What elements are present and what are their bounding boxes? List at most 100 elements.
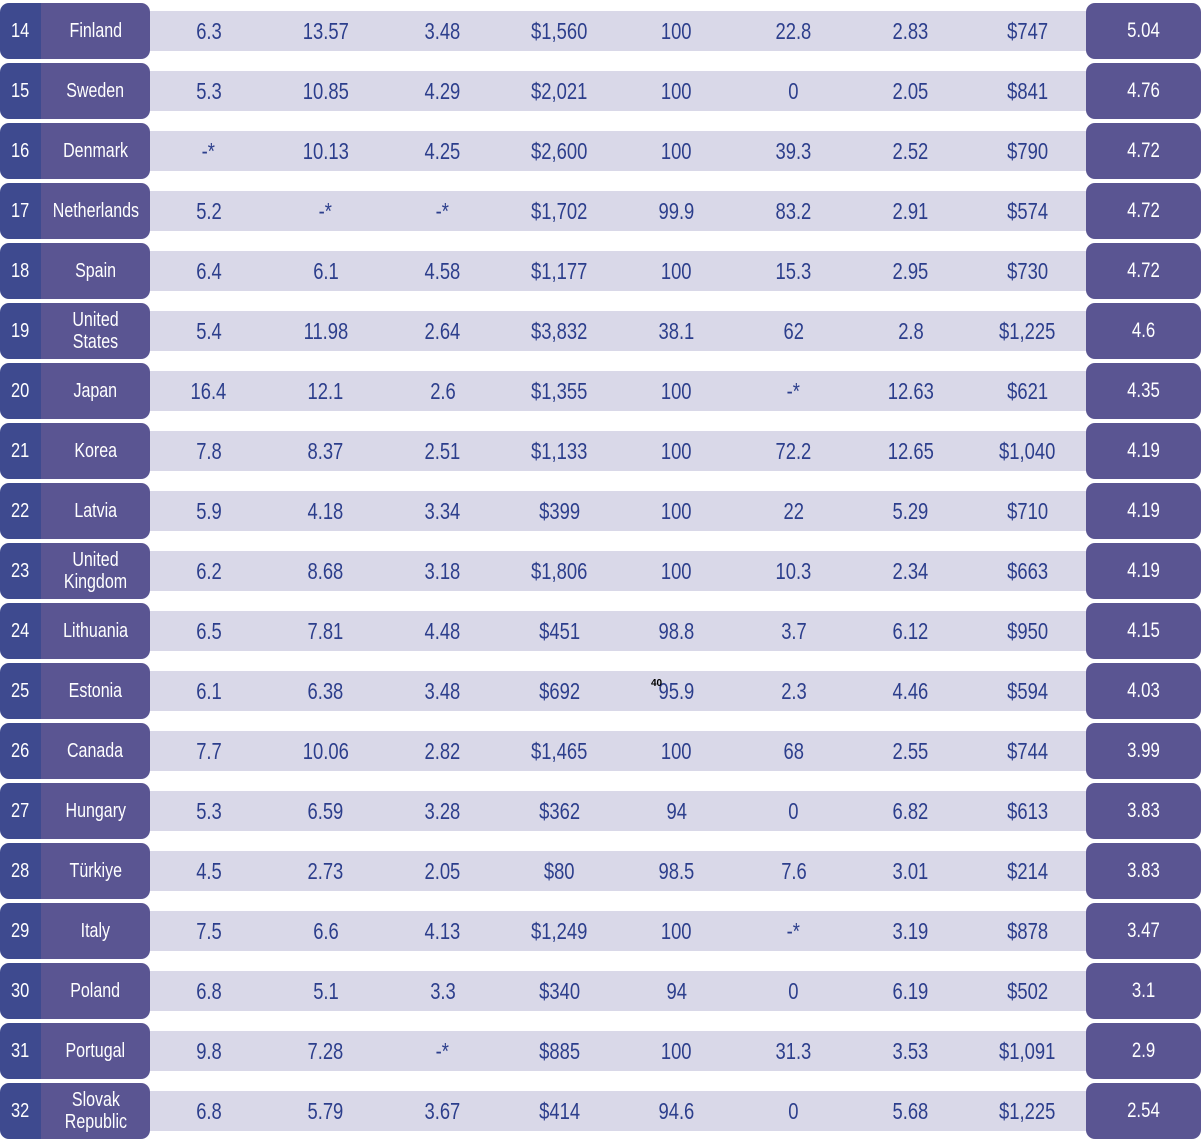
table-row: 23 United Kingdom 6.2 8.68 3.18 $1,806 100 10.3… [0, 543, 1201, 599]
value-cells: 9.8 7.28 -* $885 100 31.3 3.53 $1,091 [150, 1031, 1086, 1071]
score-value: 4.72 [1127, 259, 1160, 282]
value-cell: 2.82 [384, 731, 501, 771]
cell-value: 13.57 [302, 17, 349, 44]
value-cell: -* [735, 371, 852, 411]
value-cell: 3.01 [852, 851, 969, 891]
value-cell: 8.37 [267, 431, 384, 471]
value-cells: 7.7 10.06 2.82 $1,465 100 68 2.55 $744 [150, 731, 1086, 771]
value-cell: 4.46 [852, 671, 969, 711]
cell-value: 7.5 [195, 917, 222, 944]
cell-value: 5.68 [892, 1097, 929, 1124]
rank-cell: 23 [0, 543, 41, 599]
value-cell: 6.1 [267, 251, 384, 291]
cell-value: 2.64 [424, 317, 461, 344]
country-label: 25 Estonia [0, 663, 150, 719]
table-row: 29 Italy 7.5 6.6 4.13 $1,249 100 -* 3.19 $878 3.47 [0, 903, 1201, 959]
value-cell: 6.5 [150, 611, 267, 651]
cell-value: $710 [1007, 497, 1048, 524]
value-cell: 13.57 [267, 11, 384, 51]
country-name: United States [72, 309, 119, 353]
value-cell: $574 [969, 191, 1086, 231]
country-cell: Italy [41, 903, 150, 959]
cell-value: $451 [539, 617, 580, 644]
cell-value: $1,225 [999, 317, 1056, 344]
score-value: 4.03 [1127, 679, 1160, 702]
score-value: 5.04 [1127, 19, 1160, 42]
value-cell: 6.6 [267, 911, 384, 951]
value-cell: $1,040 [969, 431, 1086, 471]
country-name: Italy [80, 920, 111, 942]
cell-value: 2.95 [892, 257, 929, 284]
cell-value: 39.3 [775, 137, 812, 164]
value-cell: $692 [501, 671, 618, 711]
cell-value: 100 [661, 17, 692, 44]
cell-value: $340 [539, 977, 580, 1004]
country-cell: Estonia [41, 663, 150, 719]
country-cell: Finland [41, 3, 150, 59]
value-cell: $214 [969, 851, 1086, 891]
score-value: 4.6 [1131, 319, 1156, 342]
country-name: Canada [67, 740, 124, 762]
cell-value: $594 [1007, 677, 1048, 704]
value-cell: 4.13 [384, 911, 501, 951]
country-name: Japan [73, 380, 118, 402]
ranking-table: 14 Finland 6.3 13.57 3.48 $1,560 100 22.8 2.83 $7… [0, 3, 1201, 1143]
cell-value: $747 [1007, 17, 1048, 44]
value-cell: $340 [501, 971, 618, 1011]
value-cells: 16.4 12.1 2.6 $1,355 100 -* 12.63 $621 [150, 371, 1086, 411]
country-cell: Korea [41, 423, 150, 479]
value-cells: 5.4 11.98 2.64 $3,832 38.1 62 2.8 $1,225 [150, 311, 1086, 351]
country-cell: Sweden [41, 63, 150, 119]
rank-cell: 29 [0, 903, 41, 959]
cell-value: 5.1 [312, 977, 339, 1004]
value-cell: 100 [618, 371, 735, 411]
cell-value: 4.58 [424, 257, 461, 284]
value-cell: $663 [969, 551, 1086, 591]
cell-value: 6.1 [312, 257, 339, 284]
cell-value: $621 [1007, 377, 1048, 404]
cell-value: $80 [544, 857, 575, 884]
value-cell: $1,806 [501, 551, 618, 591]
cell-value: 3.3 [429, 977, 456, 1004]
country-cell: Japan [41, 363, 150, 419]
value-cell: $744 [969, 731, 1086, 771]
value-cell: 10.85 [267, 71, 384, 111]
score-value: 4.19 [1127, 439, 1160, 462]
value-cell: $730 [969, 251, 1086, 291]
rank-cell: 22 [0, 483, 41, 539]
cell-value: 94 [666, 977, 687, 1004]
country-label: 18 Spain [0, 243, 150, 299]
value-cells: 5.3 6.59 3.28 $362 94 0 6.82 $613 [150, 791, 1086, 831]
cell-value: 100 [661, 137, 692, 164]
value-cell: $451 [501, 611, 618, 651]
cell-value: 100 [661, 917, 692, 944]
rank-cell: 27 [0, 783, 41, 839]
value-cell: $841 [969, 71, 1086, 111]
value-cell: 6.2 [150, 551, 267, 591]
value-cell: 4.5 [150, 851, 267, 891]
score-value: 3.83 [1127, 799, 1160, 822]
cell-value: 6.82 [892, 797, 929, 824]
value-cell: 22 [735, 491, 852, 531]
country-cell: Netherlands [41, 183, 150, 239]
rank-cell: 17 [0, 183, 41, 239]
table-row: 24 Lithuania 6.5 7.81 4.48 $451 98.8 3.7 6.12 $95… [0, 603, 1201, 659]
cell-value: 2.91 [892, 197, 929, 224]
rank-number: 32 [11, 1099, 30, 1122]
cell-value: $1,806 [531, 557, 588, 584]
cell-value: -* [435, 197, 450, 224]
country-cell: United States [41, 303, 150, 359]
value-cell: 5.1 [267, 971, 384, 1011]
value-cell: 2.52 [852, 131, 969, 171]
rank-cell: 32 [0, 1083, 41, 1139]
country-label: 31 Portugal [0, 1023, 150, 1079]
value-cell: 2.6 [384, 371, 501, 411]
country-cell: Slovak Republic [41, 1083, 150, 1139]
cell-value: 7.6 [780, 857, 807, 884]
value-cell: 94 [618, 971, 735, 1011]
cell-value: -* [786, 917, 801, 944]
value-cell: 6.1 [150, 671, 267, 711]
cell-value: $574 [1007, 197, 1048, 224]
cell-value: 31.3 [775, 1037, 812, 1064]
value-cell: $1,702 [501, 191, 618, 231]
